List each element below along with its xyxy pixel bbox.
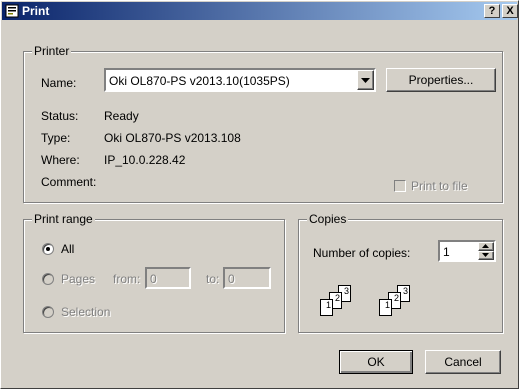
to-field[interactable]: 0	[223, 267, 271, 289]
ok-button[interactable]: OK	[339, 350, 413, 374]
help-button[interactable]: ?	[484, 4, 500, 18]
printer-legend: Printer	[32, 44, 72, 58]
spin-up-button[interactable]	[478, 242, 494, 251]
printer-icon	[5, 4, 19, 18]
radio-pages-label: Pages	[61, 272, 96, 286]
type-label: Type:	[41, 131, 71, 145]
radio-selected-dot	[46, 247, 50, 251]
copies-value: 1	[443, 245, 450, 259]
from-field[interactable]: 0	[145, 267, 191, 289]
print-range-legend: Print range	[32, 212, 95, 226]
radio-all[interactable]	[42, 243, 54, 255]
window-title: Print	[22, 4, 50, 18]
copies-spinner[interactable]: 1	[438, 240, 496, 262]
close-button[interactable]: X	[502, 4, 518, 18]
name-label: Name:	[41, 76, 77, 90]
from-label: from:	[113, 272, 141, 286]
chevron-down-icon	[482, 253, 489, 257]
spin-down-button[interactable]	[478, 251, 494, 260]
print-dialog: Print ? X Printer Name: Oki OL870-PS v20…	[0, 0, 519, 389]
radio-pages[interactable]	[42, 273, 54, 285]
number-of-copies-label: Number of copies:	[313, 246, 411, 260]
comment-label: Comment:	[41, 175, 97, 189]
from-value: 0	[150, 272, 157, 286]
properties-button[interactable]: Properties...	[386, 68, 496, 92]
type-value: Oki OL870-PS v2013.108	[104, 131, 241, 145]
radio-all-label: All	[61, 242, 75, 256]
status-value: Ready	[104, 109, 139, 123]
copies-legend: Copies	[307, 212, 349, 226]
radio-selection-label: Selection	[61, 305, 111, 319]
title-bar[interactable]: Print ? X	[2, 2, 518, 20]
chevron-down-icon	[361, 78, 370, 83]
print-to-file-label: Print to file	[411, 179, 468, 193]
printer-name-select[interactable]: Oki OL870-PS v2013.10(1035PS)	[104, 68, 376, 92]
to-label: to:	[206, 272, 220, 286]
collate-page-1: 1	[379, 299, 392, 316]
collate-page-1: 1	[320, 299, 333, 316]
where-label: Where:	[41, 153, 80, 167]
print-to-file-checkbox[interactable]	[394, 180, 406, 192]
dropdown-button[interactable]	[357, 70, 374, 90]
status-label: Status:	[41, 109, 79, 123]
cancel-button[interactable]: Cancel	[425, 350, 501, 374]
printer-name-value: Oki OL870-PS v2013.10(1035PS)	[109, 74, 290, 88]
chevron-up-icon	[482, 244, 489, 248]
to-value: 0	[228, 272, 235, 286]
radio-selection[interactable]	[42, 306, 54, 318]
where-value: IP_10.0.228.42	[104, 153, 186, 167]
